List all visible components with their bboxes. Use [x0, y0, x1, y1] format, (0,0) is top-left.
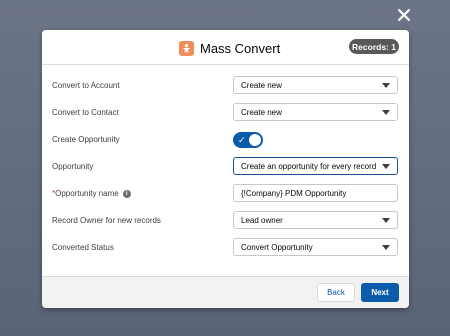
create-opportunity-toggle[interactable]: ✓: [233, 132, 263, 148]
convert-to-account-value: Create new: [241, 80, 282, 90]
convert-icon: [179, 40, 194, 56]
convert-to-contact-select[interactable]: Create new: [233, 103, 398, 121]
dialog-title: Mass Convert: [200, 40, 281, 56]
dialog-body: Convert to Account Create new Convert to…: [42, 65, 409, 277]
chevron-down-icon: [382, 164, 390, 169]
back-button[interactable]: Back: [317, 283, 355, 302]
close-icon[interactable]: [394, 5, 414, 25]
dialog-header: Mass Convert Records: 1: [42, 30, 409, 65]
dialog-footer: Back Next: [42, 276, 409, 308]
converted-status-label: Converted Status: [52, 243, 114, 252]
opportunity-name-input[interactable]: {!Company} PDM Opportunity: [233, 184, 398, 202]
info-icon[interactable]: i: [122, 189, 131, 198]
converted-status-select[interactable]: Convert Opportunity: [233, 238, 398, 256]
opportunity-label: Opportunity: [52, 162, 94, 171]
create-opportunity-label: Create Opportunity: [52, 135, 120, 144]
record-owner-select[interactable]: Lead owner: [233, 211, 398, 229]
opportunity-name-label-group: *Opportunity name i: [52, 189, 131, 198]
next-button[interactable]: Next: [361, 283, 399, 302]
mass-convert-dialog: Mass Convert Records: 1 Convert to Accou…: [42, 30, 409, 308]
convert-to-contact-label: Convert to Contact: [52, 108, 119, 117]
record-owner-value: Lead owner: [241, 215, 283, 225]
toggle-knob: [249, 134, 261, 146]
chevron-down-icon: [382, 218, 390, 223]
opportunity-name-label: Opportunity name: [55, 189, 119, 198]
convert-to-contact-value: Create new: [241, 107, 282, 117]
opportunity-value: Create an opportunity for every record: [241, 161, 377, 171]
opportunity-name-value: {!Company} PDM Opportunity: [241, 188, 347, 198]
converted-status-value: Convert Opportunity: [241, 242, 313, 252]
convert-to-account-label: Convert to Account: [52, 81, 120, 90]
opportunity-select[interactable]: Create an opportunity for every record: [233, 157, 398, 175]
record-owner-label: Record Owner for new records: [52, 216, 161, 225]
checkmark-icon: ✓: [238, 135, 246, 145]
records-count-badge: Records: 1: [349, 39, 399, 54]
chevron-down-icon: [382, 83, 390, 88]
chevron-down-icon: [382, 110, 390, 115]
convert-to-account-select[interactable]: Create new: [233, 76, 398, 94]
chevron-down-icon: [382, 245, 390, 250]
dialog-title-group: Mass Convert: [179, 39, 280, 57]
